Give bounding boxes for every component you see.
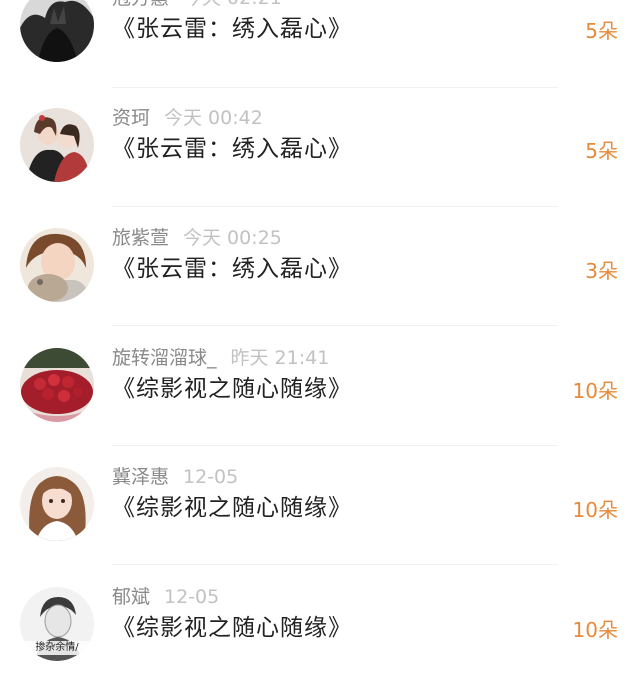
gift-time: 昨天 21:41	[230, 347, 330, 369]
flower-count: 5朵	[585, 19, 618, 43]
sender-name[interactable]: 旋转溜溜球_	[112, 347, 217, 369]
gift-time: 12-05	[183, 466, 239, 488]
gift-time: 今天 00:42	[164, 107, 263, 129]
divider	[112, 564, 558, 565]
flower-count: 5朵	[585, 139, 618, 163]
list-item[interactable]: 旅紫萱 今天 00:25 《张云雷：绣入磊心》 3朵	[0, 226, 640, 348]
list-item[interactable]: 冠芳蕙 今天 02:21 《张云雷：绣入磊心》 5朵	[0, 0, 640, 108]
sender-name[interactable]: 冠芳蕙	[112, 0, 169, 9]
divider	[112, 445, 558, 446]
gift-record-list: 冠芳蕙 今天 02:21 《张云雷：绣入磊心》 5朵 资珂今天 00:42 《张云…	[0, 0, 640, 679]
avatar-rose-bouquet-icon[interactable]	[20, 348, 94, 422]
flower-count: 10朵	[572, 498, 618, 522]
book-title[interactable]: 《综影视之随心随缘》	[112, 613, 352, 643]
book-title[interactable]: 《张云雷：绣入磊心》	[112, 254, 352, 284]
sender-name[interactable]: 郁斌	[112, 586, 150, 608]
gift-meta: 资珂 今天 00:42	[112, 106, 263, 130]
avatar-caption: 掺杂余情/	[20, 641, 94, 655]
avatar-boy-sketch-icon[interactable]: 掺杂余情/	[20, 587, 94, 661]
divider	[112, 206, 558, 207]
list-item[interactable]: 冀泽惠 12-05 《综影视之随心随缘》 10朵	[0, 465, 640, 587]
divider	[112, 87, 558, 88]
avatar-girl-with-cat-icon[interactable]	[20, 228, 94, 302]
book-title[interactable]: 《综影视之随心随缘》	[112, 493, 352, 523]
sender-name[interactable]: 冀泽惠	[112, 466, 169, 488]
book-title[interactable]: 《张云雷：绣入磊心》	[112, 134, 352, 164]
flower-count: 10朵	[572, 379, 618, 403]
avatar-two-girls-icon[interactable]	[20, 108, 94, 182]
avatar-dark-anime-icon[interactable]	[20, 0, 94, 62]
sender-name[interactable]: 资珂	[112, 107, 150, 129]
book-title[interactable]: 《张云雷：绣入磊心》	[112, 14, 352, 44]
gift-meta: 旋转溜溜球_ 昨天 21:41	[112, 346, 329, 370]
gift-time: 12-05	[164, 586, 220, 608]
sender-name[interactable]: 旅紫萱	[112, 227, 169, 249]
gift-meta: 旅紫萱 今天 00:25	[112, 226, 282, 250]
book-title[interactable]: 《综影视之随心随缘》	[112, 374, 352, 404]
list-item[interactable]: 资珂 今天 00:42 《张云雷：绣入磊心》 5朵	[0, 106, 640, 228]
divider	[112, 325, 558, 326]
gift-meta: 冀泽惠 12-05	[112, 465, 238, 489]
list-item[interactable]: 掺杂余情/ 郁斌 12-05 《综影视之随心随缘》 10朵	[0, 585, 640, 679]
gift-meta: 郁斌 12-05	[112, 585, 219, 609]
flower-count: 3朵	[585, 259, 618, 283]
gift-meta: 冠芳蕙 今天 02:21	[112, 0, 282, 10]
avatar-girl-portrait-icon[interactable]	[20, 467, 94, 541]
gift-time: 今天 02:21	[183, 0, 282, 9]
gift-time: 今天 00:25	[183, 227, 282, 249]
list-item[interactable]: 旋转溜溜球_ 昨天 21:41 《综影视之随心随缘》 10朵	[0, 346, 640, 468]
flower-count: 10朵	[572, 618, 618, 642]
